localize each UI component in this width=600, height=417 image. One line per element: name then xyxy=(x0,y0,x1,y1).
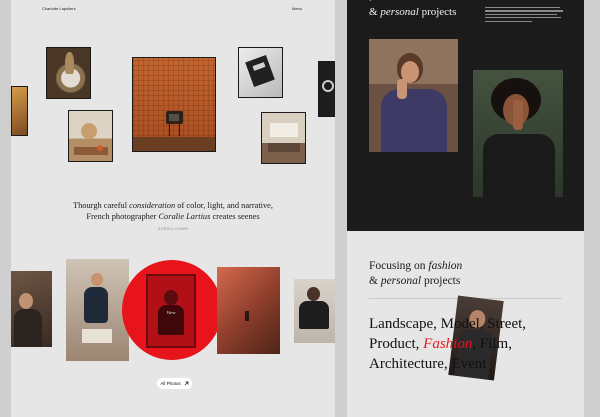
arrow-up-right-icon xyxy=(184,381,189,387)
menu-button[interactable]: Menu xyxy=(292,6,302,11)
intro-text: Thourgh careful consideration of color, … xyxy=(73,201,273,221)
categories-list: Landscape, Model, Street, Product, Fashi… xyxy=(369,316,527,372)
photo-portrait-woman[interactable] xyxy=(369,39,458,152)
services-section: Focusing on fashion & personal projects … xyxy=(347,231,584,417)
photo-strip-highlight[interactable]: View xyxy=(122,260,222,360)
dark-heading-partial: . xyxy=(369,0,372,4)
photo-camera[interactable] xyxy=(318,61,335,117)
dark-paragraph-lines xyxy=(485,7,563,22)
dark-heading: & personal projects xyxy=(369,6,457,18)
photo-table-setting[interactable] xyxy=(68,110,113,162)
photo-strip-1[interactable] xyxy=(11,271,52,347)
scroll-down-label[interactable]: SCROLL DOWN xyxy=(11,227,335,231)
view-label[interactable]: View xyxy=(162,310,180,315)
brand-logo[interactable]: Charlotte Lapuliers xyxy=(42,6,76,11)
fashion-highlight[interactable]: Fashion xyxy=(423,336,472,352)
photo-portrait-man[interactable] xyxy=(473,70,563,197)
photo-living-room[interactable] xyxy=(261,112,306,164)
dark-section: . & personal projects xyxy=(347,0,584,231)
photo-vhs-hand[interactable] xyxy=(238,47,283,98)
all-photos-label: All Photos xyxy=(160,381,181,386)
photo-golden-wall[interactable] xyxy=(11,86,28,136)
photo-strip-2[interactable] xyxy=(66,259,129,361)
hero-panel: Charlotte Lapuliers Menu Thourgh careful… xyxy=(11,0,335,417)
photo-retro-tv[interactable] xyxy=(132,57,216,152)
services-heading: Focusing on fashion & personal projects xyxy=(369,260,463,287)
photo-dried-flowers[interactable] xyxy=(46,47,91,99)
photo-strip-5[interactable] xyxy=(294,279,335,343)
photo-strip-4[interactable] xyxy=(217,267,280,354)
all-photos-button[interactable]: All Photos xyxy=(157,378,192,389)
